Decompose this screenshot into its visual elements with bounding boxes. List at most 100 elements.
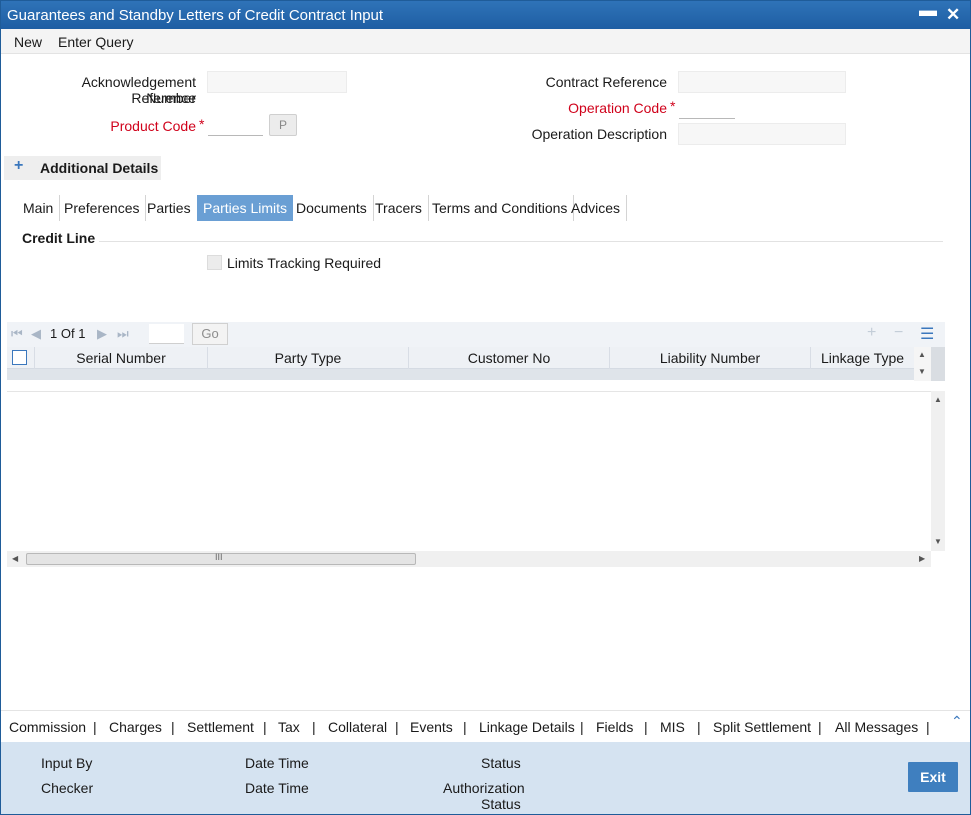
next-page-icon[interactable]: ▶ — [97, 326, 107, 342]
limits-tracking-label: Limits Tracking Required — [227, 255, 382, 271]
checker-date-time-label: Date Time — [245, 780, 309, 796]
contract-reference-label: Contract Reference — [545, 74, 667, 90]
link-separator: | — [263, 719, 267, 735]
product-code-label: Product Code — [110, 118, 196, 134]
product-code-input[interactable] — [208, 114, 263, 136]
authorization-status-label: Status — [481, 796, 521, 812]
link-collateral[interactable]: Collateral — [328, 719, 387, 735]
link-all-messages[interactable]: All Messages — [835, 719, 918, 735]
go-button[interactable]: Go — [192, 323, 228, 345]
status-label: Status — [481, 755, 521, 771]
vscroll-down-icon[interactable]: ▼ — [934, 537, 942, 546]
prev-page-icon[interactable]: ◀ — [31, 326, 41, 342]
link-split-settlement[interactable]: Split Settlement — [713, 719, 811, 735]
link-settlement[interactable]: Settlement — [187, 719, 254, 735]
header-scrollbar[interactable]: ▲ ▼ — [914, 347, 931, 381]
link-separator: | — [697, 719, 701, 735]
link-fields[interactable]: Fields — [596, 719, 633, 735]
select-all-checkbox[interactable] — [12, 350, 27, 365]
contract-input-window: Guarantees and Standby Letters of Credit… — [0, 0, 971, 815]
additional-details-toggle[interactable]: + Additional Details — [4, 156, 161, 180]
page-total: 1 — [78, 326, 86, 341]
col-customer-no[interactable]: Customer No — [409, 347, 610, 369]
checker-label: Checker — [41, 780, 94, 796]
col-liability-number[interactable]: Liability Number — [610, 347, 811, 369]
col-linkage-type[interactable]: Linkage Type — [811, 347, 914, 369]
title-bar: Guarantees and Standby Letters of Credit… — [1, 0, 970, 29]
link-separator: | — [171, 719, 175, 735]
operation-code-label: Operation Code — [568, 100, 667, 116]
tab-parties[interactable]: Parties — [141, 195, 198, 221]
collapse-links-icon[interactable]: ⌃ — [951, 713, 963, 730]
tab-parties-limits[interactable]: Parties Limits — [197, 195, 294, 221]
hscroll-thumb[interactable]: III — [26, 552, 416, 565]
limits-tracking-checkbox[interactable] — [207, 255, 222, 270]
scroll-down-icon[interactable]: ▼ — [918, 367, 926, 376]
credit-line-title: Credit Line — [22, 230, 96, 246]
tab-documents[interactable]: Documents — [290, 195, 374, 221]
menu-enter-query[interactable]: Enter Query — [58, 34, 133, 50]
ack-ref-field — [207, 71, 347, 93]
vertical-scrollbar[interactable]: ▲ ▼ — [931, 391, 945, 551]
link-separator: | — [818, 719, 822, 735]
select-all-cell — [7, 347, 35, 369]
expand-plus-icon: + — [14, 157, 24, 174]
link-commission[interactable]: Commission — [9, 719, 86, 735]
vscroll-up-icon[interactable]: ▲ — [934, 395, 942, 404]
exit-button[interactable]: Exit — [908, 762, 958, 792]
contract-reference-field — [678, 71, 846, 93]
minimize-icon[interactable]: ▬ — [919, 0, 937, 21]
page-current: 1 — [50, 326, 58, 341]
link-separator: | — [312, 719, 316, 735]
product-code-required: * — [199, 116, 205, 132]
link-separator: | — [93, 719, 97, 735]
hscroll-left-icon[interactable]: ◀ — [12, 554, 18, 563]
first-page-icon[interactable]: ⏮ — [11, 326, 23, 342]
hscroll-grip: III — [215, 552, 223, 562]
tab-advices[interactable]: Advices — [565, 195, 628, 221]
grid-empty-row — [7, 369, 914, 380]
tab-preferences[interactable]: Preferences — [58, 195, 147, 221]
link-linkage-details[interactable]: Linkage Details — [479, 719, 575, 735]
link-separator: | — [395, 719, 399, 735]
horizontal-scrollbar[interactable]: ◀ III ▶ — [7, 551, 931, 567]
grid-toolbar: ⏮ ◀ 1 Of 1 ▶ ⏭ Go + − ☰ — [7, 322, 945, 347]
hscroll-right-icon[interactable]: ▶ — [919, 554, 925, 563]
delete-row-icon[interactable]: − — [894, 324, 903, 342]
grid-header: Serial Number Party Type Customer No Lia… — [7, 347, 914, 369]
input-date-time-label: Date Time — [245, 755, 309, 771]
add-row-icon[interactable]: + — [867, 324, 876, 342]
ack-ref-label-line2: Number — [146, 90, 196, 106]
list-view-icon[interactable]: ☰ — [920, 324, 934, 344]
authorization-label: Authorization — [443, 780, 525, 796]
link-separator: | — [463, 719, 467, 735]
operation-description-field — [678, 123, 846, 145]
window-title: Guarantees and Standby Letters of Credit… — [7, 7, 384, 24]
link-separator: | — [580, 719, 584, 735]
menu-bar: New Enter Query — [1, 29, 970, 54]
tab-main[interactable]: Main — [17, 195, 61, 221]
page-number-input[interactable] — [149, 324, 184, 344]
tab-tracers[interactable]: Tracers — [369, 195, 429, 221]
additional-details-label: Additional Details — [40, 160, 159, 176]
input-by-label: Input By — [41, 755, 93, 771]
operation-code-input[interactable] — [679, 97, 735, 119]
operation-code-required: * — [670, 98, 676, 114]
link-charges[interactable]: Charges — [109, 719, 162, 735]
product-lookup-button[interactable]: P — [269, 114, 297, 136]
header-scrollbar-track — [931, 347, 945, 381]
section-divider — [99, 241, 943, 242]
bottom-links-bar: Commission | Charges | Settlement | Tax … — [1, 710, 970, 741]
link-events[interactable]: Events — [410, 719, 453, 735]
menu-new[interactable]: New — [14, 34, 42, 50]
last-page-icon[interactable]: ⏭ — [117, 326, 129, 342]
col-party-type[interactable]: Party Type — [208, 347, 409, 369]
link-mis[interactable]: MIS — [660, 719, 685, 735]
close-icon[interactable]: ✕ — [946, 5, 960, 25]
tab-terms-and-conditions[interactable]: Terms and Conditions — [426, 195, 575, 221]
link-separator: | — [644, 719, 648, 735]
page-of: Of — [60, 326, 75, 341]
link-tax[interactable]: Tax — [278, 719, 300, 735]
col-serial-number[interactable]: Serial Number — [35, 347, 208, 369]
scroll-up-icon[interactable]: ▲ — [918, 350, 926, 359]
